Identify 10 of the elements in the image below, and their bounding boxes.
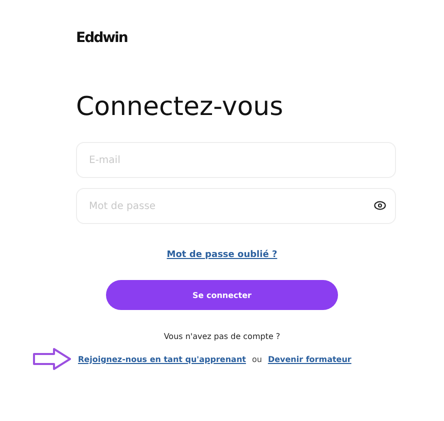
page-title: Connectez-vous (76, 92, 284, 122)
trainer-signup-link[interactable]: Devenir formateur (268, 354, 352, 364)
logo: Eddwin (76, 30, 128, 48)
no-account-text: Vous n'avez pas de compte ? (164, 332, 280, 341)
separator-text: ou (252, 354, 262, 364)
login-button[interactable]: Se connecter (106, 280, 338, 310)
arrow-icon (32, 347, 72, 371)
forgot-password-link[interactable]: Mot de passe oublié ? (166, 250, 278, 260)
eye-icon[interactable] (374, 201, 386, 210)
learner-signup-link[interactable]: Rejoignez-nous en tant qu'apprenant (78, 354, 246, 364)
